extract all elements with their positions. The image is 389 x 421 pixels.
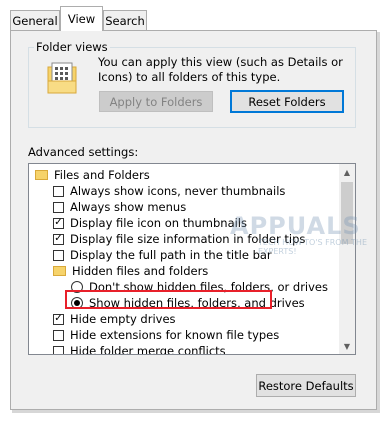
- folder-icon: [53, 266, 66, 276]
- list-item-label: Files and Folders: [54, 168, 150, 182]
- checkmark-icon: ✓: [54, 217, 63, 228]
- list-item-always-show-menus[interactable]: Always show menus: [53, 199, 186, 215]
- scroll-down-arrow-icon[interactable]: ▼: [339, 338, 355, 354]
- list-item-hide-extensions[interactable]: Hide extensions for known file types: [53, 327, 279, 343]
- list-item-always-show-icons[interactable]: Always show icons, never thumbnails: [53, 183, 285, 199]
- checkbox-checked[interactable]: ✓: [53, 217, 64, 229]
- reset-folders-button[interactable]: Reset Folders: [230, 90, 344, 113]
- watermark-logo: APPUALS: [230, 212, 361, 240]
- list-item-hide-folder-merge[interactable]: Hide folder merge conflicts: [53, 343, 226, 355]
- scroll-up-arrow-icon[interactable]: ▲: [339, 164, 355, 180]
- folder-views-icon: [46, 61, 82, 95]
- list-item-label: Hide folder merge conflicts: [70, 344, 226, 355]
- list-item-label: Show hidden files, folders, and drives: [89, 296, 305, 310]
- list-item-show-hidden[interactable]: Show hidden files, folders, and drives: [71, 295, 305, 311]
- tab-view[interactable]: View: [60, 6, 103, 31]
- checkbox-checked[interactable]: ✓: [53, 313, 64, 325]
- radio-button[interactable]: [71, 281, 83, 293]
- tab-view-label: View: [67, 12, 96, 26]
- list-item-hidden-files-and-folders: Hidden files and folders: [53, 263, 208, 279]
- list-item-dont-show-hidden[interactable]: Don't show hidden files, folders, or dri…: [71, 279, 328, 295]
- list-item-display-full-path[interactable]: Display the full path in the title bar: [53, 247, 272, 263]
- window-shadow: [377, 32, 380, 412]
- window-shadow: [12, 410, 380, 413]
- list-scrollbar[interactable]: ▲ ▼: [339, 164, 355, 354]
- checkbox[interactable]: [53, 185, 64, 197]
- folder-views-label: Folder views: [34, 40, 110, 54]
- list-item-label: Don't show hidden files, folders, or dri…: [89, 280, 329, 294]
- restore-defaults-button[interactable]: Restore Defaults: [256, 374, 356, 397]
- tab-search-label: Search: [105, 13, 145, 28]
- reset-folders-label: Reset Folders: [248, 94, 326, 109]
- folder-views-description: You can apply this view (such as Details…: [98, 55, 343, 84]
- advanced-settings-label: Advanced settings:: [28, 145, 139, 159]
- watermark-tagline: TECH HOW-TO'S FROM THE EXPERTS!: [258, 238, 367, 256]
- tab-general[interactable]: General: [10, 10, 60, 30]
- advanced-settings-list[interactable]: Files and Folders Always show icons, nev…: [28, 163, 356, 355]
- checkbox[interactable]: [53, 249, 64, 261]
- checkbox[interactable]: [53, 201, 64, 213]
- list-item-label: Display file icon on thumbnails: [70, 216, 247, 230]
- checkmark-icon: ✓: [54, 233, 63, 244]
- list-item-label: Always show menus: [70, 200, 187, 214]
- apply-to-folders-label: Apply to Folders: [109, 94, 203, 109]
- tab-search[interactable]: Search: [103, 10, 147, 30]
- folder-icon: [35, 170, 48, 180]
- checkmark-icon: ✓: [54, 313, 63, 324]
- list-item-label: Always show icons, never thumbnails: [70, 184, 286, 198]
- restore-defaults-label: Restore Defaults: [258, 378, 354, 393]
- apply-to-folders-button[interactable]: Apply to Folders: [99, 91, 213, 112]
- radio-button-selected[interactable]: [71, 297, 83, 309]
- list-item-hide-empty-drives[interactable]: ✓ Hide empty drives: [53, 311, 176, 327]
- checkbox-checked[interactable]: ✓: [53, 233, 64, 245]
- list-item-label: Display the full path in the title bar: [70, 248, 272, 262]
- list-item-label: Hide empty drives: [70, 312, 176, 326]
- checkbox[interactable]: [53, 329, 64, 341]
- checkbox[interactable]: [53, 345, 64, 354]
- list-item-label: Hide extensions for known file types: [70, 328, 280, 342]
- list-item-files-and-folders: Files and Folders: [35, 167, 150, 183]
- tab-general-label: General: [12, 13, 58, 28]
- list-item-label: Hidden files and folders: [72, 264, 209, 278]
- list-item-display-file-icon[interactable]: ✓ Display file icon on thumbnails: [53, 215, 247, 231]
